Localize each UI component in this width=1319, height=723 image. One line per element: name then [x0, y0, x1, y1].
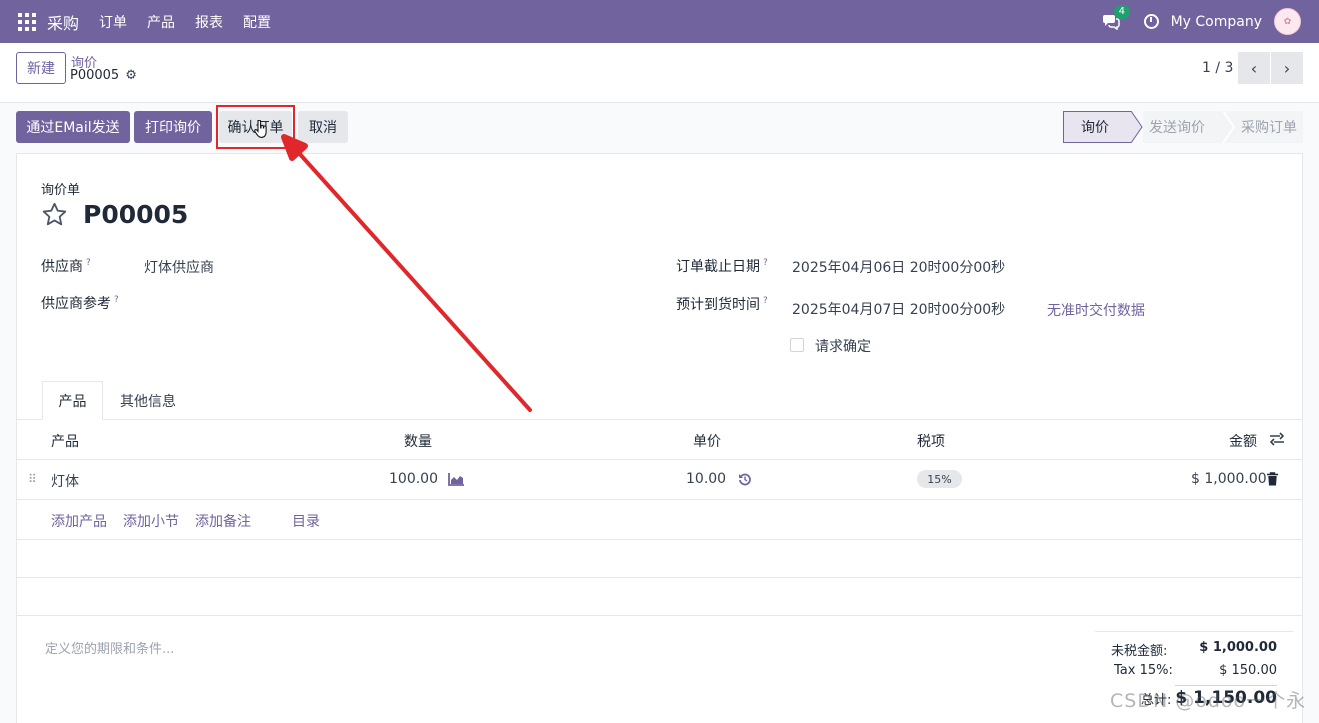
stage-chevron-icon: [1223, 111, 1235, 143]
watermark-text: CSDN @odoo一个永: [1110, 690, 1307, 712]
optional-columns-toggle-icon[interactable]: [1269, 432, 1285, 450]
menu-reporting[interactable]: 报表: [195, 12, 223, 32]
help-tooltip-icon[interactable]: ?: [86, 258, 91, 268]
delete-trash-icon[interactable]: [1267, 472, 1278, 490]
request-confirmation-label: 请求确定: [815, 339, 871, 355]
vendor-label: 供应商?: [41, 256, 91, 276]
breadcrumb-current: P00005 ⚙: [70, 68, 137, 83]
pager-previous-button[interactable]: ‹: [1238, 52, 1270, 84]
order-deadline-label: 订单截止日期?: [676, 256, 768, 276]
print-rfq-button[interactable]: 打印询价: [134, 111, 212, 143]
vendor-reference-label: 供应商参考?: [41, 293, 119, 313]
stage-rfq-sent[interactable]: 发送询价: [1143, 111, 1223, 143]
pager-value: 1 / 3: [1202, 60, 1234, 76]
breadcrumb-current-label: P00005: [70, 68, 120, 83]
help-tooltip-icon[interactable]: ?: [763, 296, 768, 306]
order-lines-header: 产品 数量 单价 税项 金额: [17, 420, 1302, 460]
expected-arrival-field[interactable]: 2025年04月07日 20时00分00秒: [792, 299, 1005, 319]
column-header-quantity[interactable]: 数量: [404, 431, 432, 451]
user-avatar[interactable]: ✿: [1274, 8, 1301, 35]
column-header-amount[interactable]: 金额: [1229, 431, 1257, 451]
form-sheet: 询价单 P00005 供应商? 灯体供应商 供应商参考? 订单截止日期? 202…: [16, 153, 1303, 723]
hand-cursor-icon: [254, 119, 268, 138]
on-time-delivery-link[interactable]: 无准时交付数据: [1047, 300, 1145, 320]
tax-badge[interactable]: 15%: [917, 470, 962, 488]
line-product[interactable]: 灯体: [51, 471, 79, 491]
help-tooltip-icon[interactable]: ?: [114, 295, 119, 305]
company-switcher[interactable]: My Company: [1171, 14, 1262, 30]
totals-summary: 未税金额: $ 1,000.00 Tax 15%: $ 150.00 总计: $…: [1095, 631, 1293, 708]
stage-purchase-order-label: 采购订单: [1241, 120, 1297, 136]
menu-orders[interactable]: 订单: [99, 12, 127, 32]
order-deadline-label-text: 订单截止日期: [676, 259, 760, 275]
stage-rfq-label: 询价: [1081, 120, 1109, 136]
column-header-taxes[interactable]: 税项: [917, 431, 945, 451]
gear-icon[interactable]: ⚙: [125, 68, 137, 83]
record-title: P00005: [83, 200, 189, 229]
tax-value: $ 150.00: [1219, 663, 1277, 678]
order-deadline-field[interactable]: 2025年04月06日 20时00分00秒: [792, 257, 1005, 277]
app-brand[interactable]: 采购: [47, 10, 79, 34]
line-quantity[interactable]: 100.00: [389, 471, 438, 487]
vendor-field[interactable]: 灯体供应商: [144, 257, 214, 277]
drag-handle-icon[interactable]: ⠿: [28, 472, 37, 486]
menu-products[interactable]: 产品: [147, 12, 175, 32]
table-row[interactable]: ⠿ 灯体 100.00 10.00 15% $ 1,000.00: [17, 460, 1302, 500]
expected-arrival-label: 预计到货时间?: [676, 294, 768, 314]
column-header-product[interactable]: 产品: [51, 431, 79, 451]
empty-row: [17, 540, 1302, 578]
expected-arrival-label-text: 预计到货时间: [676, 297, 760, 313]
add-product-link[interactable]: 添加产品: [51, 511, 107, 531]
top-navbar: 采购 订单 产品 报表 配置 4 My Company ✿: [0, 0, 1319, 43]
menu-configuration[interactable]: 配置: [243, 12, 271, 32]
request-confirmation-checkbox[interactable]: [790, 338, 804, 352]
line-amount: $ 1,000.00: [1191, 471, 1267, 487]
tab-other-info[interactable]: 其他信息: [105, 381, 191, 420]
control-panel: 新建 询价 P00005 ⚙ 1 / 3 ‹ ›: [0, 43, 1319, 103]
document-type-label: 询价单: [41, 183, 81, 198]
star-icon[interactable]: [41, 201, 68, 228]
tab-products[interactable]: 产品: [42, 381, 103, 420]
status-bar: 询价 发送询价 采购订单: [1063, 111, 1303, 143]
empty-row: [17, 578, 1302, 616]
add-note-link[interactable]: 添加备注: [195, 511, 251, 531]
activity-clock-icon[interactable]: [1143, 14, 1159, 29]
chat-count-badge: 4: [1113, 4, 1130, 19]
stage-purchase-order[interactable]: 采购订单: [1235, 111, 1303, 143]
vendor-label-text: 供应商: [41, 259, 83, 275]
pager-next-button[interactable]: ›: [1271, 52, 1303, 84]
send-email-button[interactable]: 通过EMail发送: [16, 111, 130, 143]
line-unit-price[interactable]: 10.00: [686, 471, 726, 487]
help-tooltip-icon[interactable]: ?: [763, 258, 768, 268]
add-lines-row: 添加产品 添加小节 添加备注 目录: [17, 500, 1302, 540]
column-header-unit-price[interactable]: 单价: [693, 431, 721, 451]
new-button[interactable]: 新建: [16, 52, 66, 84]
stage-chevron-icon: [1131, 111, 1143, 143]
reset-price-icon[interactable]: [738, 472, 752, 490]
apps-menu-icon[interactable]: [18, 12, 36, 31]
chat-icon[interactable]: 4: [1102, 4, 1130, 30]
tax-label: Tax 15%:: [1114, 663, 1173, 678]
cancel-button[interactable]: 取消: [298, 111, 348, 143]
stage-rfq-sent-label: 发送询价: [1149, 120, 1205, 136]
terms-and-conditions-field[interactable]: 定义您的期限和条件...: [45, 638, 174, 657]
catalog-link[interactable]: 目录: [292, 511, 320, 531]
forecast-chart-icon[interactable]: [448, 473, 464, 490]
stage-rfq[interactable]: 询价: [1063, 111, 1131, 143]
untaxed-amount-value: $ 1,000.00: [1199, 640, 1277, 655]
add-section-link[interactable]: 添加小节: [123, 511, 179, 531]
vendor-reference-label-text: 供应商参考: [41, 296, 111, 312]
untaxed-amount-label: 未税金额:: [1111, 644, 1168, 659]
